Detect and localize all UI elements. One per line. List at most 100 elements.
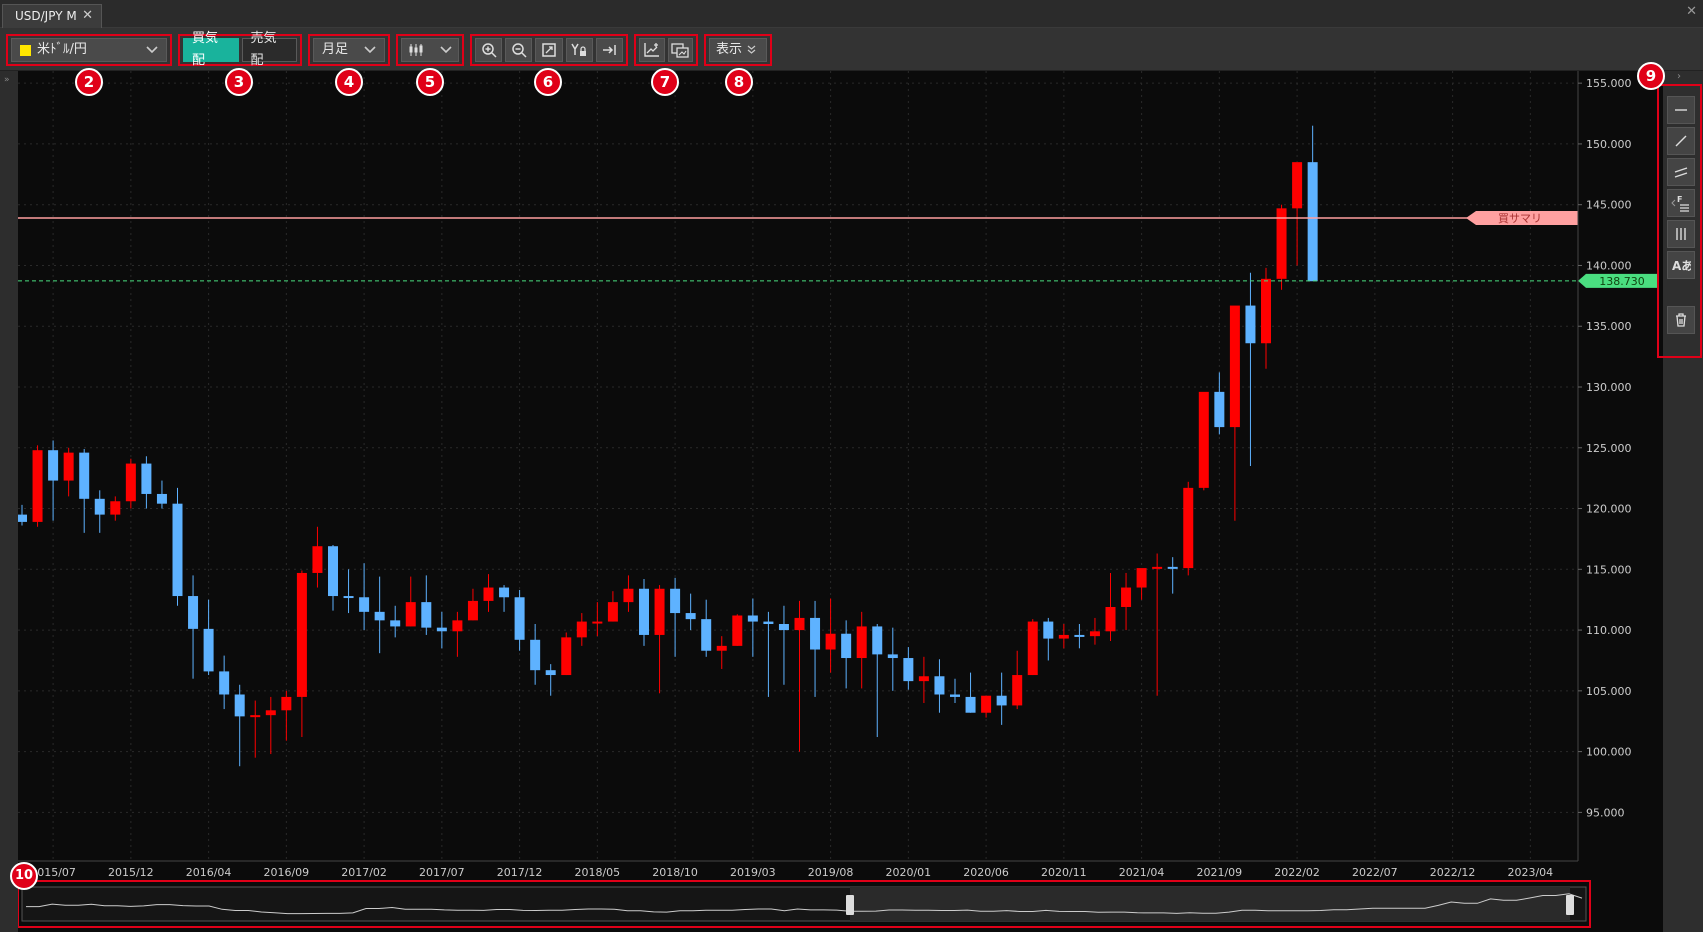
time-tick-label: 2022/12	[1430, 866, 1476, 879]
candle-body	[234, 694, 245, 717]
candle-body	[110, 501, 121, 515]
candle-body	[1307, 162, 1318, 282]
text-tool[interactable]: Aあ	[1667, 251, 1695, 279]
trend-line-tool[interactable]	[1667, 127, 1695, 155]
fit-button[interactable]	[535, 38, 563, 62]
candle-body	[141, 463, 152, 494]
vertical-lines-tool[interactable]	[1667, 220, 1695, 248]
period-select[interactable]: 月足	[313, 38, 385, 62]
zoom-in-button[interactable]	[475, 38, 503, 62]
fibonacci-icon: F	[1671, 195, 1689, 212]
candle-body	[732, 615, 743, 646]
candle-body	[825, 633, 836, 650]
candle-body	[1183, 487, 1194, 569]
candle-body	[872, 626, 883, 655]
zoom-group	[470, 34, 628, 66]
callout-badge-7: 7	[651, 68, 679, 96]
chart-type-select[interactable]	[401, 38, 459, 62]
price-tick-label: 115.000	[1586, 563, 1632, 576]
ask-button[interactable]: 売気配	[241, 31, 297, 68]
candle-body	[436, 627, 447, 632]
y-lock-button[interactable]	[565, 38, 593, 62]
chevron-down-icon	[364, 46, 376, 54]
candle-body	[763, 621, 774, 624]
candle-body	[94, 498, 105, 515]
zoom-in-icon	[481, 43, 497, 58]
candle-body	[17, 514, 27, 522]
candle-body	[172, 503, 183, 597]
candle-body	[32, 450, 43, 522]
time-tick-label: 2022/02	[1274, 866, 1320, 879]
time-tick-label: 2018/10	[652, 866, 698, 879]
navigator-handle-left	[846, 895, 854, 915]
candle-body	[530, 639, 541, 671]
tab-usdjpy[interactable]: USD/JPY M ✕	[2, 4, 102, 28]
candle-body	[1043, 621, 1054, 639]
delete-drawings-button[interactable]	[1667, 306, 1695, 334]
left-collapse-bar[interactable]: »	[0, 71, 18, 932]
candle-body	[63, 452, 74, 481]
candle-body	[810, 617, 821, 650]
candle-body	[328, 546, 338, 597]
symbol-select[interactable]: 米ﾄﾞﾙ/円	[11, 38, 167, 62]
candle-body	[1276, 208, 1287, 279]
price-tick-label: 135.000	[1586, 320, 1632, 333]
callout-badge-6: 6	[534, 68, 562, 96]
callout-badge-4: 4	[335, 68, 363, 96]
channel-tool[interactable]	[1667, 158, 1695, 186]
double-chevron-down-icon	[747, 45, 756, 54]
time-tick-label: 2018/05	[574, 866, 620, 879]
indicator-group	[634, 34, 698, 66]
collapse-right-icon[interactable]: ›	[1677, 71, 1681, 82]
candle-body	[1198, 391, 1209, 488]
candle-body	[390, 620, 401, 627]
time-tick-label: 2017/07	[419, 866, 465, 879]
y-axis-lock-icon	[571, 43, 587, 56]
fit-screen-icon	[542, 43, 556, 57]
price-tick-label: 140.000	[1586, 259, 1632, 272]
fibonacci-tool[interactable]: F	[1667, 189, 1695, 217]
tab-bar: USD/JPY M ✕ ✕	[0, 0, 1703, 28]
horizontal-line-tool[interactable]	[1667, 96, 1695, 124]
view-group: 表示	[704, 34, 772, 66]
add-indicator-button[interactable]	[639, 38, 665, 62]
candle-body	[1089, 631, 1100, 637]
window-close-icon[interactable]: ✕	[1686, 4, 1697, 19]
time-tick-label: 2020/11	[1041, 866, 1087, 879]
candle-body	[981, 695, 992, 713]
chart-image-button[interactable]	[667, 38, 693, 62]
candle-body	[48, 450, 59, 481]
candle-body	[1167, 566, 1178, 569]
candle-body	[1214, 391, 1225, 428]
candle-body	[452, 620, 463, 632]
candle-body	[1229, 305, 1240, 428]
candle-body	[670, 588, 681, 614]
time-axis: 2015/07 2015/12 2016/04 2016/09 2017/02 2017/…	[18, 860, 1578, 879]
price-axis: 95.000 100.000 105.000 110.000 115.000 120.00…	[1577, 71, 1632, 861]
price-tick-label: 95.000	[1586, 806, 1625, 819]
symbol-group: 米ﾄﾞﾙ/円	[6, 34, 172, 66]
price-tick-label: 150.000	[1586, 138, 1632, 151]
time-tick-label: 2022/07	[1352, 866, 1398, 879]
scroll-latest-button[interactable]	[595, 38, 624, 62]
price-tick-label: 145.000	[1586, 199, 1632, 212]
chevron-down-icon	[146, 46, 158, 54]
time-tick-label: 2020/06	[963, 866, 1009, 879]
price-tick-label: 130.000	[1586, 381, 1632, 394]
chart-area[interactable]: 買サマリ 138.730 95.000 100.000 105.000 110.000 1…	[0, 71, 1703, 932]
candle-body	[685, 613, 696, 620]
bid-button[interactable]: 買気配	[183, 31, 239, 68]
candle-body	[281, 696, 292, 711]
tab-close-icon[interactable]: ✕	[82, 5, 93, 27]
chart-grid	[18, 71, 1578, 861]
candle-body	[1245, 305, 1256, 344]
time-tick-label: 2021/04	[1119, 866, 1165, 879]
expand-icon: »	[4, 75, 10, 85]
view-menu-button[interactable]: 表示	[709, 38, 767, 62]
zoom-out-button[interactable]	[505, 38, 533, 62]
time-tick-label: 2019/03	[730, 866, 776, 879]
candle-body	[701, 619, 712, 651]
price-tick-label: 120.000	[1586, 503, 1632, 516]
price-chart[interactable]: 買サマリ 138.730 95.000 100.000 105.000 110.000 1…	[0, 71, 1663, 932]
candle-body	[296, 572, 307, 697]
